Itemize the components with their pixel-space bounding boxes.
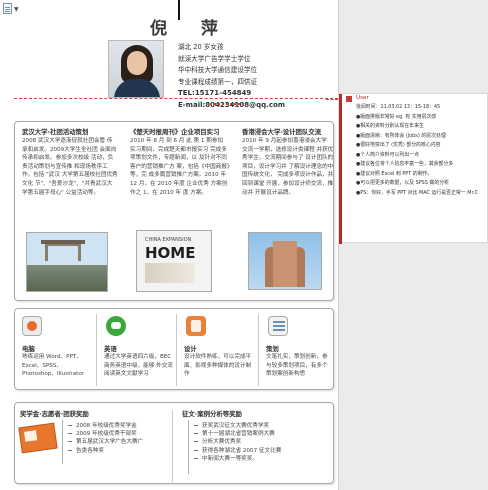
awards-title: 奖学金·志愿者·团获奖励: [20, 410, 89, 418]
skill-title: 电脑: [22, 345, 35, 353]
planning-icon: [268, 316, 288, 336]
award-item: 2009 年校级优秀干部奖: [68, 430, 143, 438]
document-page: ▼ 倪 萍 湖北 20 岁女孩 就读大学广告学学士学位 华中科技大学通信建设学位…: [0, 0, 338, 490]
profile-photo: [108, 40, 164, 98]
skill-title: 英语: [104, 345, 117, 353]
award-item: 告类各种奖: [68, 447, 143, 455]
resume-name: 倪 萍: [150, 19, 232, 39]
english-chat-icon: [106, 316, 126, 336]
timeline-line: [62, 420, 63, 464]
dropdown-arrow-icon[interactable]: ▼: [14, 6, 19, 13]
card-text: 2010 年 9 月起参加香港浸会大学 交流一学期，选修设计类课程 并获优秀学生…: [242, 138, 334, 196]
awards2-list: 获奖武汉征文大赛优秀学奖 第十一届湖北省营销案例大赛 分析大赛优秀奖 获得各种湖…: [194, 422, 281, 463]
awards2-title: 征文·案例分析等奖励: [182, 410, 242, 418]
divider: [258, 314, 259, 386]
comment-line: ●可以把更多的数据，以及 SPSS 做的分析: [356, 180, 449, 186]
info-line: 华中科技大学通信建设学位: [178, 66, 258, 75]
comment-line: ●很好地突出了 (优秀) 部分的核心内容: [356, 142, 441, 148]
award-item: 中新闻大赛一等奖奖。: [194, 455, 281, 463]
document-icon[interactable]: [3, 3, 12, 14]
email: E-mail:804234108@qq.com: [178, 100, 285, 112]
skill-text: 熟练运用 Word、PPT、Excel、SPSS、Photoshop、Illus…: [22, 354, 85, 378]
divider: [176, 314, 177, 386]
award-item: 获奖武汉征文大赛优秀学奖: [194, 422, 281, 430]
award-item: 2008 年校级优秀奖学金: [68, 422, 143, 430]
skill-text: 文笔扎实，策划创新，参与较多策划项目，有多个策划案创新构思: [266, 354, 328, 378]
personal-info: 湖北 20 岁女孩 就读大学广告学学士学位 华中科技大学通信建设学位 专业课程成…: [178, 42, 285, 112]
comment-anchor-line: [14, 98, 338, 99]
skill-title: 设计: [184, 345, 197, 353]
card-text: 2008 武汉大学逐渐促就社团会管 传承和启发。2009大学生全社团 会面向传承…: [22, 138, 118, 196]
info-line: 专业课程成绩第一，四供证: [178, 77, 258, 86]
skill-text: 设计软件熟练，可以完成平面、影视多种媒体的设计制作: [184, 354, 252, 378]
card-title: 武汉大学·社团活动策划: [22, 128, 89, 136]
award-item: 分析大赛优秀奖: [194, 438, 281, 446]
card-title: 香港浸会大学·设计团队交流: [242, 128, 322, 136]
comment-line: ●建议各位将个人信息丰富一些，其余部分多: [356, 161, 454, 167]
award-item: 获得各种湖北省 2007 征文比赛: [194, 447, 281, 455]
award-item: 第五届武汉大学广告大赛广: [68, 438, 143, 446]
building-photo: [248, 232, 322, 290]
comment-body[interactable]: 批阅时间：11.03.02 13：15-18：45 ●版面排版非常好 eg. 有…: [356, 103, 484, 198]
divider: [172, 410, 173, 482]
divider: [96, 314, 97, 386]
comment-line: 批阅时间：11.03.02 13：15-18：45: [356, 104, 441, 110]
awards-list: 2008 年校级优秀奖学金 2009 年校级优秀干部奖 第五届武汉大学广告大赛广…: [68, 422, 143, 455]
comment-author: User: [356, 95, 369, 101]
magazine-title: HOME: [145, 244, 196, 262]
timeline-line: [188, 420, 189, 474]
design-icon: [186, 316, 206, 336]
comment-line: ●版面清晰：有所体会 (Jobs) 的层次处理: [356, 132, 446, 139]
user-avatar-icon: [346, 96, 352, 102]
comment-line: ●个人简介资料可以列出一点: [356, 151, 419, 158]
comments-pane: [338, 0, 488, 490]
info-line: 就读大学广告学学士学位: [178, 54, 251, 63]
skill-text: 通过大学英语四六级，BEC 商务英语中级，能够 外交流阅读英文文献学习: [104, 354, 173, 378]
magazine-cover: CHINA EXPANSION HOME: [136, 230, 212, 292]
computer-skill-icon: [22, 316, 42, 336]
award-item: 第十一届湖北省营销案例大赛: [194, 430, 281, 438]
comment-line: ●相关的资料分别从现在年来生: [356, 123, 424, 129]
card-title: 《楚天时报周刊》企业项目实习: [130, 128, 220, 136]
comment-connector: [326, 99, 338, 100]
comment-line: ●建议对照 Excel 到 PPT 的制作。: [356, 170, 433, 177]
info-line: 湖北 20 岁女孩: [178, 43, 224, 51]
award-certificate-image: [18, 422, 58, 454]
comment-line: ●PS：你好，手写 PPT 对比 MAC 运行是否正常一 Mr.C: [356, 189, 478, 196]
skill-title: 策划: [266, 345, 279, 353]
magazine-small-text: CHINA EXPANSION: [145, 237, 192, 243]
card-text: 2010 年 8 月 到 6 月 此 第 1 期参加 实习期间，完成楚天都市报实…: [130, 138, 230, 196]
campus-photo: [26, 232, 108, 292]
comment-line: ●版面排版非常好 eg. 有 实用层次感: [356, 113, 437, 120]
spellcheck-squiggle: [210, 103, 244, 105]
